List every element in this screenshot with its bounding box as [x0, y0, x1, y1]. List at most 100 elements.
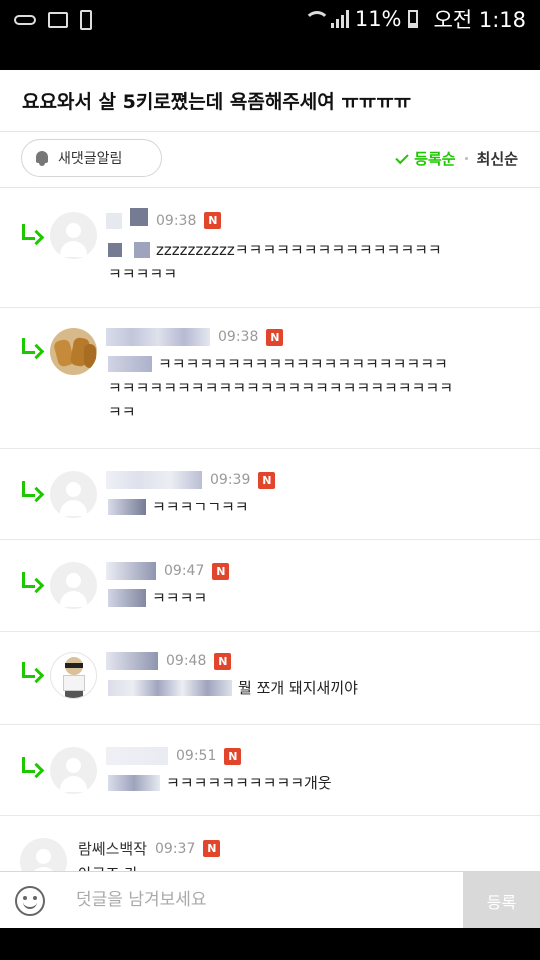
comment-text: 뭘 쪼개 돼지새끼야: [108, 676, 513, 700]
blurred-username: [106, 652, 158, 670]
blurred-username: [130, 207, 148, 226]
glasses-icon: [14, 15, 36, 25]
comment-meta: 09:38 N: [106, 328, 284, 346]
comment-text: zzzzzzzzzzㅋㅋㅋㅋㅋㅋㅋㅋㅋㅋㅋㅋㅋㅋㅋ ㅋㅋㅋㅋㅋ: [108, 238, 513, 286]
avatar[interactable]: [20, 838, 67, 871]
comment-meta: 09:38 N: [106, 207, 222, 229]
comment-text-row: 뭘 쪼개 돼지새끼야: [108, 676, 513, 700]
bell-icon: [34, 149, 52, 167]
status-icons-right: 11% 오전 1:18: [303, 4, 526, 34]
comment-item: 09:38 N zzzzzzzzzzㅋㅋㅋㅋㅋㅋㅋㅋㅋㅋㅋㅋㅋㅋㅋ ㅋㅋㅋㅋㅋ: [0, 188, 540, 308]
comment-meta: 09:48 N: [106, 652, 232, 670]
comment-time: 09:38: [156, 212, 197, 229]
comment-sort-bar: 새댓글알림 등록순 최신순: [0, 132, 540, 188]
avatar[interactable]: [50, 328, 97, 375]
blurred-username: [106, 212, 122, 229]
comment-meta: 09:39 N: [106, 471, 276, 489]
comment-meta: 람쎄스백작 09:37 N: [78, 838, 221, 859]
check-icon: [395, 150, 409, 164]
comment-text-row: ㅋㅋㅋㅋㅋㅋㅋㅋㅋㅋ개웃: [108, 771, 513, 795]
system-nav-bar: [0, 928, 540, 960]
comment-text: ㅋㅋㅋㅋㅋㅋㅋㅋㅋㅋㅋㅋㅋㅋㅋㅋㅋㅋㅋㅋㅋ ㅋㅋㅋㅋㅋㅋㅋㅋㅋㅋㅋㅋㅋㅋㅋㅋㅋㅋ…: [108, 352, 513, 424]
emoticon-icon[interactable]: [15, 886, 45, 916]
comment-text-line: ㅋㅋㅋㄱㄱㅋㅋ: [152, 498, 249, 516]
reply-arrow-icon: [20, 662, 42, 684]
comment-item: 09:38 N ㅋㅋㅋㅋㅋㅋㅋㅋㅋㅋㅋㅋㅋㅋㅋㅋㅋㅋㅋㅋㅋ ㅋㅋㅋㅋㅋㅋㅋㅋㅋㅋ…: [0, 308, 540, 449]
avatar[interactable]: [50, 471, 97, 518]
reply-arrow-icon: [20, 481, 42, 503]
blurred-mention: [108, 589, 146, 607]
blurred-username: [106, 471, 202, 489]
notify-label: 새댓글알림: [58, 151, 123, 167]
new-comment-notify-button[interactable]: 새댓글알림: [21, 139, 162, 177]
status-bar: 11% 오전 1:18: [0, 0, 540, 70]
comment-list[interactable]: 09:38 N zzzzzzzzzzㅋㅋㅋㅋㅋㅋㅋㅋㅋㅋㅋㅋㅋㅋㅋ ㅋㅋㅋㅋㅋ …: [0, 188, 540, 871]
blurred-mention: [108, 680, 232, 696]
comment-time: 09:48: [166, 653, 207, 669]
sort-latest[interactable]: 최신순: [477, 148, 518, 169]
wifi-icon: [303, 9, 330, 29]
comment-item: 09:47 N ㅋㅋㅋㅋ: [0, 540, 540, 632]
submit-comment-button[interactable]: 등록: [463, 872, 540, 929]
reply-arrow-icon: [20, 572, 42, 594]
comment-meta: 09:51 N: [106, 747, 242, 765]
sort-options: 등록순 최신순: [395, 148, 518, 169]
blurred-username: [106, 747, 168, 765]
comment-text-line: ㅋㅋㅋㅋㅋ: [108, 265, 178, 283]
new-badge: N: [204, 212, 222, 229]
comment-text-line: ㅋㅋㅋㅋㅋㅋㅋㅋㅋㅋㅋㅋㅋㅋㅋㅋㅋㅋㅋㅋㅋㅋㅋㅋㅋ: [108, 379, 454, 397]
avatar[interactable]: [50, 747, 97, 794]
avatar[interactable]: [50, 562, 97, 609]
comment-item: 09:48 N 뭘 쪼개 돼지새끼야: [0, 632, 540, 725]
post-header: 요요와서 살 5키로쪘는데 욕좀해주세여 ㅠㅠㅠㅠ: [0, 70, 540, 132]
comment-time: 09:39: [210, 472, 251, 488]
blurred-mention: [108, 356, 152, 372]
comment-time: 09:37: [155, 840, 196, 857]
post-title: 요요와서 살 5키로쪘는데 욕좀해주세여 ㅠㅠㅠㅠ: [22, 91, 412, 113]
avatar[interactable]: [50, 212, 97, 259]
phone-icon: [80, 10, 92, 30]
avatar[interactable]: [50, 652, 97, 699]
blurred-mention: [108, 775, 160, 791]
comment-input-bar: 등록: [0, 871, 540, 929]
status-icons-left: [14, 10, 92, 30]
default-avatar-icon: [66, 758, 81, 773]
default-avatar-icon: [66, 482, 81, 497]
sort-active-label: 등록순: [414, 150, 456, 168]
default-avatar-icon: [36, 849, 51, 864]
comment-text-line: ㅋㅋ: [108, 403, 136, 421]
comment-text: ㅋㅋㅋㅋㅋㅋㅋㅋㅋㅋ개웃: [108, 771, 513, 795]
gallery-icon: [48, 12, 68, 28]
reply-arrow-icon: [20, 224, 42, 246]
comment-item: 09:39 N ㅋㅋㅋㄱㄱㅋㅋ: [0, 449, 540, 540]
blurred-mention: [134, 242, 150, 258]
new-badge: N: [203, 840, 221, 857]
comment-author[interactable]: 람쎄스백작: [78, 838, 147, 859]
comment-text-row: ㅋㅋㅋㅋ: [108, 586, 513, 610]
sort-registered-order[interactable]: 등록순: [395, 148, 456, 169]
clock: 오전 1:18: [433, 8, 526, 32]
blurred-username: [106, 562, 156, 580]
comment-meta: 09:47 N: [106, 562, 230, 580]
blurred-mention: [108, 243, 122, 257]
blurred-mention: [108, 499, 146, 515]
comment-time: 09:51: [176, 748, 217, 764]
comment-time: 09:47: [164, 563, 205, 579]
new-badge: N: [224, 747, 242, 765]
new-badge: N: [258, 471, 276, 489]
comment-text-line: 뭘 쪼개 돼지새끼야: [238, 679, 358, 697]
reply-arrow-icon: [20, 338, 42, 360]
battery-percent: 11%: [354, 7, 402, 31]
default-avatar-icon: [66, 223, 81, 238]
signal-icon: [330, 10, 349, 28]
comment-text-line: ㅋㅋㅋㅋㅋㅋㅋㅋㅋㅋ개웃: [166, 774, 332, 792]
comment-text-line: 아근즈 가: [78, 862, 483, 871]
comment-text-line: ㅋㅋㅋㅋ: [152, 589, 208, 607]
comment-text-row: zzzzzzzzzzㅋㅋㅋㅋㅋㅋㅋㅋㅋㅋㅋㅋㅋㅋㅋ: [108, 238, 513, 262]
comment-text: 아근즈 가: [78, 862, 483, 871]
comment-input[interactable]: [60, 878, 460, 922]
default-avatar-icon: [66, 573, 81, 588]
comment-text-row: ㅋㅋㅋㄱㄱㅋㅋ: [108, 495, 513, 519]
comment-time: 09:38: [218, 329, 259, 345]
comment-text-line: zzzzzzzzzzㅋㅋㅋㅋㅋㅋㅋㅋㅋㅋㅋㅋㅋㅋㅋ: [156, 241, 442, 259]
